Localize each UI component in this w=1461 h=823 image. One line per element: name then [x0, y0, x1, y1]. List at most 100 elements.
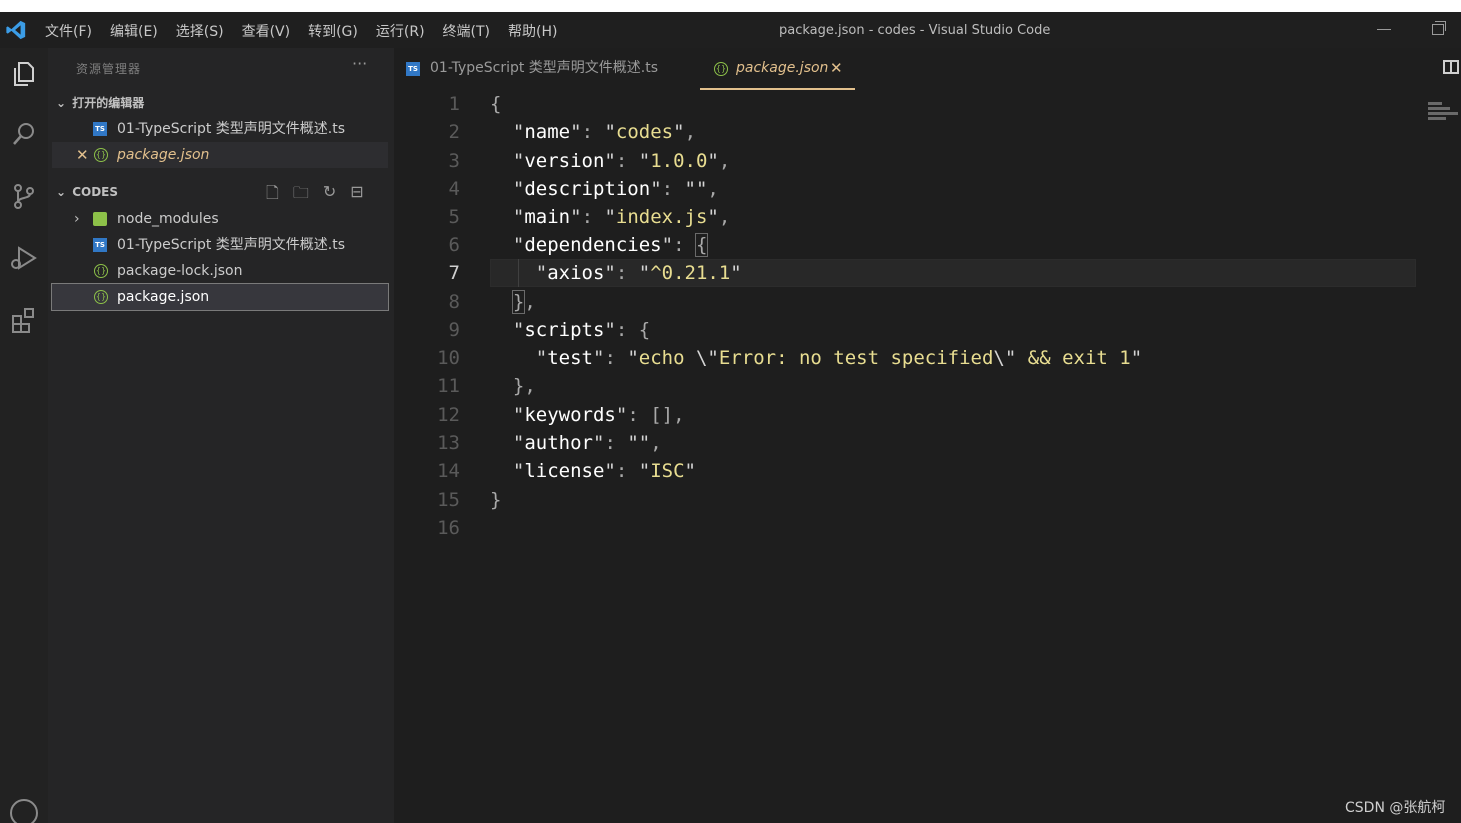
- code-line: "main": "index.js",: [512, 206, 731, 228]
- chevron-right-icon: ›: [74, 211, 80, 227]
- minimize-button[interactable]: [1377, 29, 1391, 30]
- code-line: "description": "",: [512, 178, 719, 200]
- code-line: "license": "ISC": [512, 460, 696, 482]
- line-number: 14: [437, 460, 460, 482]
- tree-item-label: 01-TypeScript 类型声明文件概述.ts: [117, 237, 346, 253]
- open-editor-label: 01-TypeScript 类型声明文件概述.ts: [117, 121, 346, 137]
- line-number: 5: [448, 206, 460, 228]
- csdn-watermark: CSDN @张航柯: [1345, 800, 1446, 816]
- code-line: "test": "echo \"Error: no test specified…: [535, 347, 1143, 369]
- minimap[interactable]: [1428, 102, 1458, 130]
- tree-item-label: package-lock.json: [117, 263, 243, 279]
- code-line: "version": "1.0.0",: [512, 150, 731, 172]
- tab-label: package.json: [736, 60, 829, 76]
- menu-terminal[interactable]: 终端(T): [443, 21, 490, 41]
- code-line: },: [511, 290, 536, 314]
- typescript-file-icon: TS: [93, 122, 107, 136]
- close-icon[interactable]: ✕: [830, 48, 843, 88]
- new-folder-icon[interactable]: 🗀: [293, 182, 309, 209]
- window-title-text: package.json - codes - Visual Studio Cod…: [779, 23, 1051, 38]
- line-number: 4: [448, 178, 460, 200]
- run-debug-icon[interactable]: [8, 242, 40, 274]
- explorer-icon[interactable]: [8, 58, 40, 90]
- tab-label: 01-TypeScript 类型声明文件概述.ts: [430, 60, 659, 76]
- tab-package-json[interactable]: {} package.json ✕: [700, 48, 855, 90]
- line-number: 9: [448, 319, 460, 341]
- open-editor-label: package.json: [117, 147, 210, 163]
- code-line: "keywords": [],: [512, 404, 685, 426]
- line-number: 11: [437, 375, 460, 397]
- line-number: 16: [437, 517, 460, 539]
- collapse-all-icon[interactable]: ⊟: [350, 182, 363, 209]
- line-number: 8: [448, 291, 460, 313]
- account-icon[interactable]: [10, 799, 38, 823]
- explorer-title: 资源管理器: [76, 62, 142, 76]
- json-file-icon: {}: [94, 290, 108, 304]
- json-file-icon: {}: [94, 148, 108, 162]
- line-number: 15: [437, 489, 460, 511]
- line-number: 6: [448, 234, 460, 256]
- typescript-file-icon: TS: [406, 62, 420, 76]
- tree-item-label: node_modules: [117, 211, 219, 227]
- open-editor-item-ts[interactable]: TS 01-TypeScript 类型声明文件概述.ts: [52, 116, 388, 142]
- menu-selection[interactable]: 选择(S): [176, 21, 224, 41]
- line-number: 2: [448, 121, 460, 143]
- code-line: {: [490, 90, 501, 118]
- menu-edit[interactable]: 编辑(E): [110, 21, 158, 41]
- line-number: 13: [437, 432, 460, 454]
- close-icon[interactable]: ✕: [76, 142, 89, 168]
- new-file-icon[interactable]: 🗋: [266, 182, 279, 209]
- chevron-down-icon: ⌄: [56, 185, 67, 199]
- tree-item-package-json[interactable]: {} package.json: [51, 283, 389, 311]
- editor-tabs: TS 01-TypeScript 类型声明文件概述.ts {} package.…: [394, 48, 1461, 90]
- code-line: "scripts": {: [512, 319, 651, 341]
- explorer-sidebar: 资源管理器 ··· ⌄ 打开的编辑器 TS 01-TypeScript 类型声明…: [48, 48, 394, 823]
- tree-item-node-modules[interactable]: › node_modules: [52, 206, 388, 232]
- line-number: 3: [448, 150, 460, 172]
- folder-icon: [93, 212, 107, 226]
- json-file-icon: {}: [714, 62, 728, 76]
- open-editors-header[interactable]: ⌄ 打开的编辑器: [56, 94, 144, 111]
- tree-item-ts-file[interactable]: TS 01-TypeScript 类型声明文件概述.ts: [52, 232, 388, 258]
- tab-typescript[interactable]: TS 01-TypeScript 类型声明文件概述.ts: [406, 48, 686, 90]
- search-icon[interactable]: [8, 118, 40, 150]
- codes-folder-header[interactable]: ⌄ CODES: [56, 185, 118, 199]
- code-line: "dependencies": {: [512, 233, 709, 257]
- vscode-window: 文件(F) 编辑(E) 选择(S) 查看(V) 转到(G) 运行(R) 终端(T…: [0, 12, 1461, 823]
- line-number: 7: [448, 262, 460, 284]
- open-editors-label: 打开的编辑器: [72, 96, 145, 110]
- vscode-logo-icon: [6, 20, 26, 40]
- refresh-icon[interactable]: ↻: [323, 182, 336, 209]
- menu-view[interactable]: 查看(V): [242, 21, 291, 41]
- more-actions-button[interactable]: ···: [352, 54, 367, 73]
- activity-bar: [0, 48, 48, 823]
- tree-item-package-lock[interactable]: {} package-lock.json: [52, 258, 388, 284]
- code-editor[interactable]: 1 2 3 4 5 6 7 8 9 10 11 12 13 14 15 16 {…: [394, 90, 1461, 823]
- restore-button[interactable]: [1432, 21, 1446, 35]
- source-control-icon[interactable]: [8, 180, 40, 212]
- menu-go[interactable]: 转到(G): [308, 21, 358, 41]
- code-line: },: [512, 375, 536, 397]
- line-number: 12: [437, 404, 460, 426]
- title-bar: 文件(F) 编辑(E) 选择(S) 查看(V) 转到(G) 运行(R) 终端(T…: [0, 12, 1461, 48]
- menu-run[interactable]: 运行(R): [376, 21, 425, 41]
- split-editor-icon[interactable]: [1443, 60, 1459, 74]
- code-token: {: [490, 93, 502, 115]
- line-number: 1: [448, 93, 460, 115]
- code-line: }: [490, 489, 502, 511]
- code-line: "name": "codes",: [512, 121, 697, 143]
- menu-bar: 文件(F) 编辑(E) 选择(S) 查看(V) 转到(G) 运行(R) 终端(T…: [45, 21, 575, 41]
- code-line: "axios": "^0.21.1": [535, 262, 742, 284]
- chevron-down-icon: ⌄: [56, 96, 67, 110]
- explorer-toolbar: 🗋 🗀 ↻ ⊟: [266, 182, 364, 209]
- menu-file[interactable]: 文件(F): [45, 21, 92, 41]
- extensions-icon[interactable]: [8, 304, 40, 336]
- code-line: "author": "",: [512, 432, 662, 454]
- line-number: 10: [437, 347, 460, 369]
- json-file-icon: {}: [94, 264, 108, 278]
- menu-help[interactable]: 帮助(H): [508, 21, 557, 41]
- tree-item-label: package.json: [117, 289, 210, 305]
- typescript-file-icon: TS: [93, 238, 107, 252]
- codes-folder-label: CODES: [72, 185, 118, 199]
- open-editor-item-json[interactable]: ✕ {} package.json: [52, 142, 388, 168]
